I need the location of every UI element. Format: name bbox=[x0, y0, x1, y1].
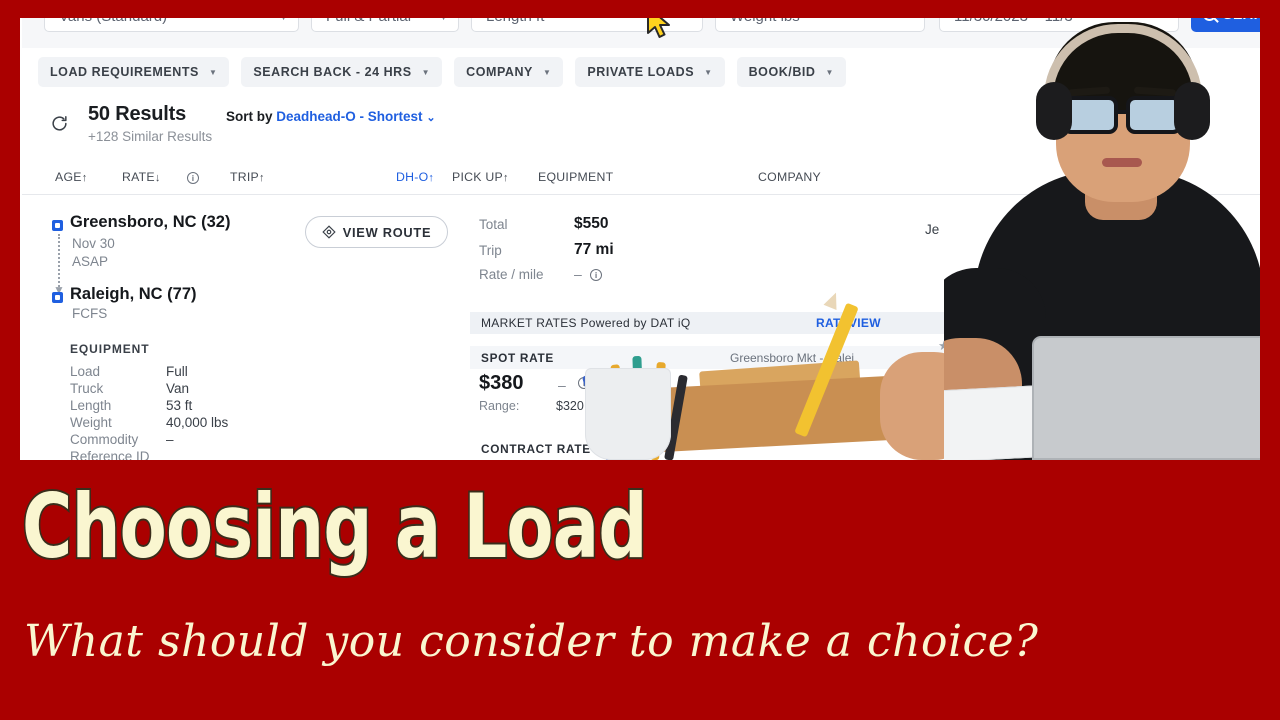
rate-key-total: Total bbox=[479, 217, 508, 232]
equipment-value: 53 ft bbox=[166, 398, 193, 413]
sort-by-control[interactable]: Sort by Deadhead-O - Shortest ⌄ bbox=[226, 109, 436, 124]
sort-arrow-icon: ↑ bbox=[81, 172, 88, 184]
rate-value-trip: 77 mi bbox=[574, 241, 614, 258]
chip-private-loads[interactable]: PRIVATE LOADS ▼ bbox=[575, 57, 725, 87]
load-board-screenshot: Vans (Standard) ▼ Full & Partial ▼ Lengt… bbox=[20, 18, 1260, 460]
sort-arrow-icon: ↓ bbox=[154, 172, 161, 184]
sort-arrow-icon: ↑ bbox=[259, 172, 265, 184]
chip-label: BOOK/BID bbox=[748, 65, 816, 79]
spot-rate-dash: – bbox=[558, 377, 566, 393]
chip-search-back[interactable]: SEARCH BACK - 24 HRS ▼ bbox=[241, 57, 443, 87]
sort-by-value: Deadhead-O - Shortest bbox=[276, 109, 423, 124]
sort-arrow-icon: ↑ bbox=[428, 172, 435, 184]
page-title: Choosing a Load bbox=[20, 475, 649, 578]
market-rates-provider: Powered by DAT iQ bbox=[576, 316, 691, 330]
view-route-label: VIEW ROUTE bbox=[342, 224, 432, 240]
chevron-down-icon: ▼ bbox=[825, 67, 834, 77]
column-header-age[interactable]: AGE↑ bbox=[55, 170, 87, 184]
equipment-value: Full bbox=[166, 364, 188, 379]
equipment-key: Length bbox=[70, 398, 112, 413]
headphone-earcup-left bbox=[1036, 82, 1072, 140]
market-rates-label: MARKET RATES bbox=[481, 316, 577, 330]
column-label: PICK UP bbox=[452, 170, 503, 184]
route-connector-line bbox=[58, 234, 60, 287]
chip-label: LOAD REQUIREMENTS bbox=[50, 65, 199, 79]
equipment-value: Van bbox=[166, 381, 190, 396]
chip-load-requirements[interactable]: LOAD REQUIREMENTS ▼ bbox=[38, 57, 230, 87]
refresh-icon[interactable] bbox=[50, 114, 69, 133]
results-count: 50 Results bbox=[88, 103, 187, 125]
page-subtitle: What should you consider to make a choic… bbox=[24, 616, 1039, 667]
chip-company[interactable]: COMPANY ▼ bbox=[454, 57, 564, 87]
spot-rate-label: SPOT RATE bbox=[481, 351, 554, 365]
route-diamond-icon bbox=[322, 225, 336, 239]
chevron-down-icon: ▼ bbox=[704, 67, 713, 77]
spot-rate-amount: $380 bbox=[479, 372, 524, 394]
chevron-down-icon: ⌄ bbox=[426, 112, 436, 124]
similar-results-count: +128 Similar Results bbox=[88, 129, 213, 144]
chevron-down-icon: ▼ bbox=[208, 67, 218, 77]
rate-key-permile: Rate / mile bbox=[479, 267, 544, 282]
column-header-equipment[interactable]: EQUIPMENT bbox=[538, 170, 613, 184]
equipment-select[interactable]: Vans (Standard) ▼ bbox=[44, 18, 299, 32]
person-mouth bbox=[1102, 158, 1142, 167]
column-label: AGE bbox=[55, 170, 82, 184]
rate-value-total: $550 bbox=[574, 215, 609, 232]
equipment-key: Weight bbox=[70, 415, 112, 430]
spot-range-label: Range: bbox=[479, 399, 520, 413]
sort-by-prefix: Sort by bbox=[226, 109, 273, 124]
chip-label: COMPANY bbox=[466, 65, 533, 79]
info-icon: i bbox=[187, 172, 199, 184]
contract-rate-label: CONTRACT RATE bbox=[481, 442, 591, 456]
view-route-button[interactable]: VIEW ROUTE bbox=[305, 216, 448, 248]
pencil-cup bbox=[585, 368, 671, 460]
load-type-select-value: Full & Partial bbox=[326, 18, 411, 25]
chip-label: PRIVATE LOADS bbox=[587, 65, 695, 79]
origin-city: Greensboro, NC (32) bbox=[70, 213, 231, 231]
length-input-placeholder: Length ft bbox=[486, 18, 544, 25]
chevron-down-icon: ▼ bbox=[421, 67, 431, 77]
load-type-select[interactable]: Full & Partial ▼ bbox=[311, 18, 459, 32]
laptop bbox=[1032, 336, 1260, 460]
video-thumbnail-canvas: Vans (Standard) ▼ Full & Partial ▼ Lengt… bbox=[0, 0, 1280, 720]
eyeglass-bridge bbox=[1116, 110, 1130, 114]
chevron-down-icon: ▼ bbox=[279, 18, 288, 22]
chip-book-bid[interactable]: BOOK/BID ▼ bbox=[736, 57, 846, 87]
destination-city: Raleigh, NC (77) bbox=[70, 285, 197, 303]
equipment-key: Commodity bbox=[70, 432, 139, 447]
equipment-key: Load bbox=[70, 364, 101, 379]
destination-stop-icon bbox=[52, 292, 63, 303]
destination-time: FCFS bbox=[72, 306, 108, 321]
rate-key-trip: Trip bbox=[479, 243, 502, 258]
rate-value-permile: – bbox=[574, 266, 582, 282]
origin-time: ASAP bbox=[72, 254, 109, 269]
equipment-key: Truck bbox=[70, 381, 104, 396]
column-header-rate[interactable]: RATE↓ bbox=[122, 170, 161, 184]
column-label: DH-O bbox=[396, 170, 429, 184]
equipment-select-value: Vans (Standard) bbox=[59, 18, 167, 25]
company-name: Je bbox=[925, 222, 940, 237]
chip-label: SEARCH BACK - 24 HRS bbox=[253, 65, 412, 79]
column-label: RATE bbox=[122, 170, 155, 184]
column-label: TRIP bbox=[230, 170, 260, 184]
column-header-dho[interactable]: DH-O↑ bbox=[396, 170, 434, 184]
chevron-down-icon: ▼ bbox=[439, 18, 448, 22]
equipment-value: – bbox=[166, 432, 174, 447]
sort-arrow-icon: ↑ bbox=[502, 172, 509, 184]
headphone-earcup-right bbox=[1174, 82, 1210, 140]
column-header-pickup[interactable]: PICK UP↑ bbox=[452, 170, 509, 184]
column-header-trip[interactable]: TRIP↑ bbox=[230, 170, 265, 184]
info-icon[interactable]: i bbox=[590, 269, 602, 281]
equipment-value: 40,000 lbs bbox=[166, 415, 229, 430]
weight-input-placeholder: Weight lbs bbox=[730, 18, 800, 25]
chevron-down-icon: ▼ bbox=[542, 67, 552, 77]
person-photo-overlay bbox=[944, 18, 1260, 460]
origin-date: Nov 30 bbox=[72, 236, 115, 251]
weight-input[interactable]: Weight lbs bbox=[715, 18, 925, 32]
equipment-section-title: EQUIPMENT bbox=[70, 342, 150, 356]
equipment-key: Reference ID bbox=[70, 449, 150, 460]
rate-info-tooltip[interactable]: i bbox=[187, 170, 199, 184]
column-header-company[interactable]: COMPANY bbox=[758, 170, 821, 184]
origin-stop-icon bbox=[52, 220, 63, 231]
